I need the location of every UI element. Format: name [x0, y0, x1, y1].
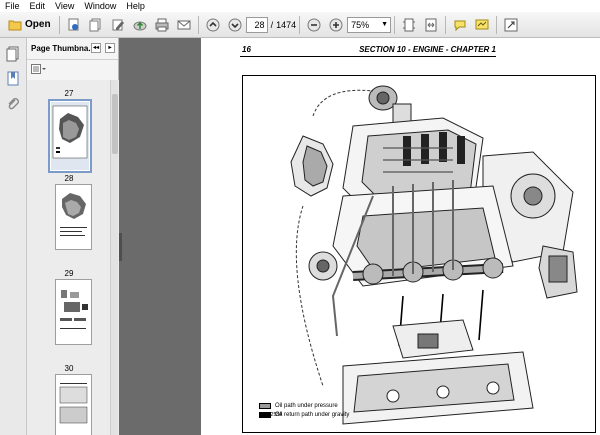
page-number: 16	[242, 45, 251, 54]
fit-width-button[interactable]	[421, 15, 441, 35]
arrow-down-icon	[228, 18, 242, 31]
close-panel-icon[interactable]: ▸	[105, 43, 115, 53]
attachments-button[interactable]	[6, 96, 20, 115]
menu-help[interactable]: Help	[121, 0, 150, 12]
menu-file[interactable]: File	[0, 0, 25, 12]
parts-thumbnail	[60, 290, 88, 329]
menu-view[interactable]: View	[50, 0, 79, 12]
create-pdf-button[interactable]	[64, 15, 84, 35]
comment-icon	[454, 20, 466, 31]
comment-button[interactable]	[450, 15, 470, 35]
pages-icon	[89, 18, 101, 31]
legend-item: Oil path under pressure	[259, 401, 349, 410]
fullscreen-button[interactable]	[501, 15, 521, 35]
engine-thumbnail	[51, 102, 89, 170]
thumbnail-page-29[interactable]	[55, 184, 92, 250]
minus-icon	[307, 18, 321, 31]
panel-options[interactable]	[27, 60, 118, 78]
thumbnail-label: 29	[64, 269, 74, 278]
cloud-upload-icon	[133, 21, 147, 30]
sign-button[interactable]	[472, 15, 492, 35]
document-page: 16 SECTION 10 - ENGINE - CHAPTER 1 Oil p…	[201, 38, 600, 435]
sign-icon	[475, 19, 489, 29]
page-thumbnails-button[interactable]	[6, 46, 20, 65]
print-button[interactable]	[152, 15, 172, 35]
fit-page-icon	[403, 18, 416, 31]
open-button[interactable]: Open	[4, 15, 55, 35]
thumbnail-page-30[interactable]	[55, 279, 92, 345]
thumbnail-page-28[interactable]	[48, 99, 92, 173]
bookmark-icon	[7, 71, 19, 86]
options-icon	[31, 64, 46, 74]
pencil-icon	[112, 19, 124, 30]
thumbnail-page-31[interactable]	[55, 374, 92, 435]
zoom-value: 75%	[351, 19, 370, 30]
navigation-rail	[0, 38, 27, 435]
thumbnail-label: 28	[64, 174, 74, 183]
toolbar-separator	[445, 15, 447, 34]
toolbar-separator	[299, 15, 301, 34]
fit-page-button[interactable]	[399, 15, 419, 35]
thumbnail-scrollbar[interactable]	[110, 80, 118, 435]
page-separator: /	[270, 19, 274, 30]
legend-label: Oil path under pressure	[275, 402, 338, 409]
expand-icon	[504, 18, 518, 31]
figure-legend: Oil path under pressure Oil return path …	[259, 401, 349, 419]
engine-figure: 50FT258A	[242, 75, 596, 433]
plus-icon	[329, 18, 343, 31]
printer-icon	[155, 18, 169, 31]
toolbar-separator	[394, 15, 396, 34]
fit-width-icon	[425, 18, 437, 31]
bookmarks-button[interactable]	[6, 71, 20, 90]
toolbar: Open 28 / 1474 75% ▼	[0, 12, 600, 38]
page-count: 1474	[276, 19, 297, 30]
legend-swatch-gravity	[259, 411, 271, 418]
scrollbar-thumb[interactable]	[112, 94, 118, 154]
paperclip-icon	[8, 98, 19, 110]
table-thumbnail	[59, 383, 88, 424]
legend-label: Oil return path under gravity	[275, 411, 350, 418]
chevron-down-icon: ▼	[381, 20, 389, 28]
menu-window[interactable]: Window	[79, 0, 121, 12]
page-thumbnails-icon	[6, 46, 19, 62]
collapse-panel-icon[interactable]: ◂◂	[91, 43, 101, 53]
zoom-in-button[interactable]	[326, 15, 346, 35]
page-number-input[interactable]: 28	[245, 16, 268, 33]
thumbnail-panel: Page Thumbna... ◂◂ ▸ 27 28 29 30	[27, 38, 119, 435]
workspace-background	[119, 38, 201, 435]
panel-title: Page Thumbna...	[31, 44, 96, 53]
page-header: 16 SECTION 10 - ENGINE - CHAPTER 1	[240, 45, 496, 57]
next-page-button[interactable]	[225, 15, 245, 35]
engine-lubrication-diagram	[290, 85, 578, 425]
legend-swatch-pressure	[259, 402, 271, 409]
previous-page-button[interactable]	[203, 15, 223, 35]
thumbnail-label: 27	[64, 89, 74, 98]
menu-edit[interactable]: Edit	[25, 0, 51, 12]
zoom-out-button[interactable]	[304, 15, 324, 35]
panel-resize-handle[interactable]	[119, 233, 122, 261]
email-button[interactable]	[174, 15, 194, 35]
create-pdf-icon	[68, 18, 79, 30]
upload-button[interactable]	[130, 15, 150, 35]
folder-icon	[8, 20, 22, 30]
toolbar-separator	[58, 15, 60, 34]
panel-header: Page Thumbna... ◂◂ ▸	[27, 38, 118, 60]
thumbnail-list[interactable]: 27 28 29 30	[27, 80, 119, 435]
envelope-icon	[177, 20, 191, 29]
menu-bar: File Edit View Window Help	[0, 0, 600, 12]
legend-item: Oil return path under gravity	[259, 410, 349, 419]
arrow-up-icon	[206, 18, 220, 31]
section-title: SECTION 10 - ENGINE - CHAPTER 1	[359, 45, 496, 54]
open-button-label: Open	[25, 19, 51, 30]
toolbar-separator	[496, 15, 498, 34]
edit-button[interactable]	[108, 15, 128, 35]
toolbar-separator	[197, 15, 199, 34]
thumbnail-label: 30	[64, 364, 74, 373]
attach-button[interactable]	[86, 15, 106, 35]
zoom-select[interactable]: 75% ▼	[347, 16, 392, 33]
diagram-thumbnail	[60, 193, 87, 236]
